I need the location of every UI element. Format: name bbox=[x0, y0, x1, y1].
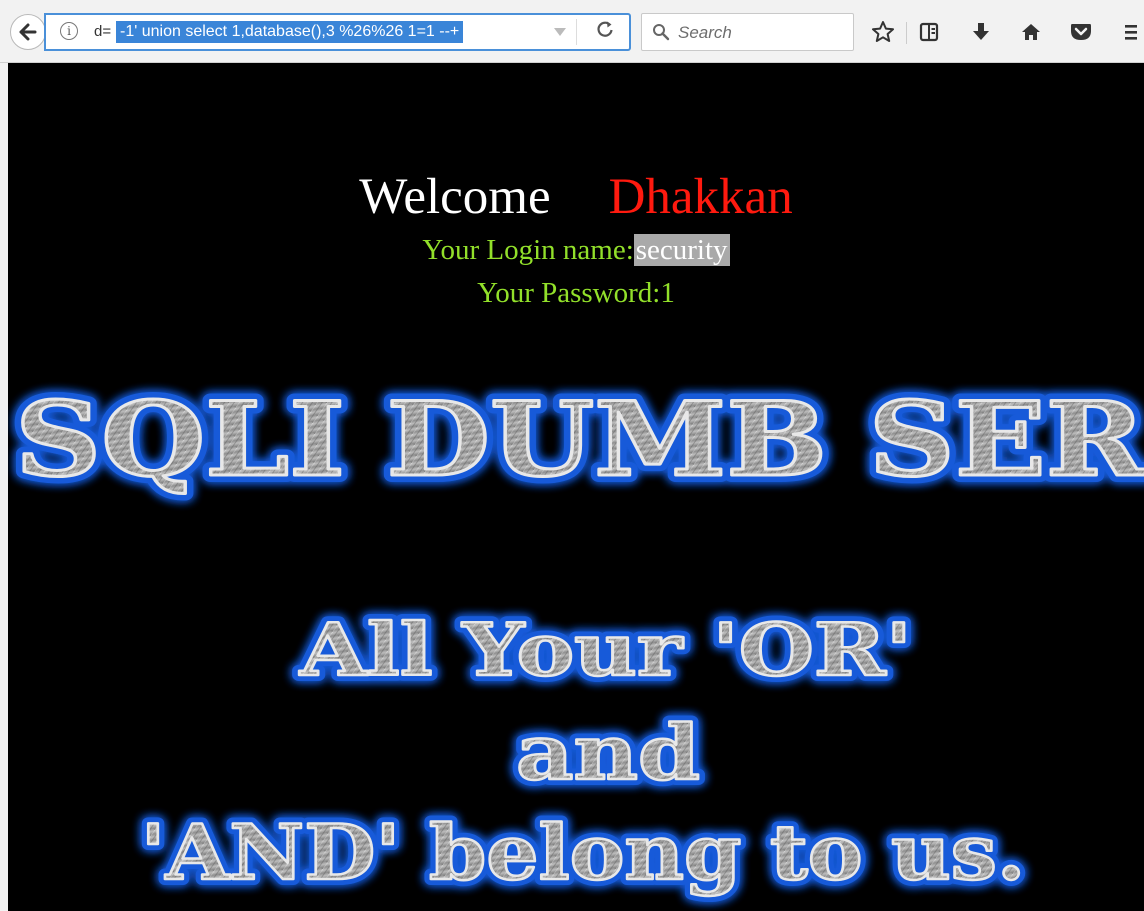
reload-icon[interactable] bbox=[596, 19, 614, 43]
home-icon[interactable] bbox=[1016, 17, 1046, 47]
search-icon bbox=[653, 24, 670, 41]
url-prefix-text: d= bbox=[94, 23, 112, 40]
page-content: Welcome Dhakkan Your Login name:security … bbox=[8, 63, 1144, 911]
slogan-line1: All Your 'OR' bbox=[299, 607, 912, 692]
browser-toolbar: i d= -1' union select 1,database(),3 %26… bbox=[0, 0, 1144, 63]
banner-title: SQLI DUMB SER bbox=[15, 380, 1144, 500]
banner-image: SQLI DUMB SER SQLI DUMB SER All Your 'OR… bbox=[8, 373, 1144, 903]
menu-icon[interactable] bbox=[1116, 17, 1144, 47]
reading-list-icon[interactable] bbox=[914, 17, 944, 47]
star-icon[interactable] bbox=[868, 17, 898, 47]
dropdown-icon[interactable] bbox=[554, 28, 566, 36]
back-arrow-icon bbox=[19, 23, 37, 41]
url-bar[interactable]: i d= -1' union select 1,database(),3 %26… bbox=[44, 13, 631, 51]
slogan-line2: and bbox=[516, 708, 700, 797]
search-bar[interactable]: Search bbox=[641, 13, 854, 51]
download-icon[interactable] bbox=[966, 17, 996, 47]
url-divider bbox=[576, 19, 577, 45]
info-icon[interactable]: i bbox=[60, 22, 78, 40]
pocket-icon[interactable] bbox=[1066, 17, 1096, 47]
url-selected-text[interactable]: -1' union select 1,database(),3 %26%26 1… bbox=[116, 21, 464, 43]
back-button[interactable] bbox=[10, 14, 46, 50]
toolbar-divider bbox=[906, 22, 907, 44]
slogan-line3: 'AND' belong to us. bbox=[141, 808, 1026, 897]
search-placeholder: Search bbox=[678, 23, 732, 42]
